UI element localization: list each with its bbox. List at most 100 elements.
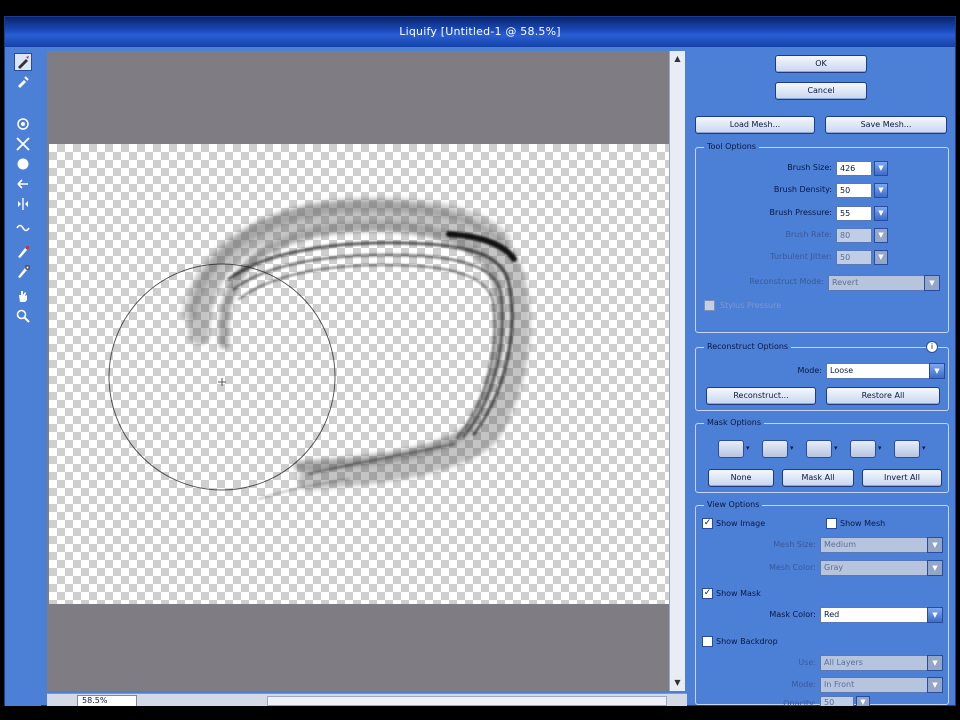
reconstruct-mode-label-2: Mode:	[797, 366, 823, 375]
turbulent-jitter-field: 50	[836, 250, 872, 265]
backdrop-use-select: All Layers ▼	[820, 655, 943, 671]
status-bar: 58.5%	[47, 693, 687, 707]
scroll-down-arrow-icon[interactable]: ▼	[672, 677, 683, 688]
preview-pane[interactable]	[47, 51, 669, 691]
stylus-pressure-checkbox	[704, 300, 715, 311]
tool-options-group: Tool Options Brush Size: 426 ▼ Brush Den…	[695, 142, 949, 333]
invert-all-button[interactable]: Invert All	[862, 469, 942, 487]
replace-selection-arrow-icon[interactable]: ▾	[746, 444, 750, 452]
show-backdrop-label: Show Backdrop	[716, 637, 778, 646]
freeze-mask-icon[interactable]	[14, 243, 32, 261]
brush-pressure-field[interactable]: 55	[836, 206, 872, 221]
backdrop-use-value: All Layers	[824, 658, 863, 667]
hand-icon[interactable]	[14, 287, 32, 305]
show-mask-checkbox[interactable]: ✓	[702, 588, 713, 599]
replace-selection-icon[interactable]	[718, 440, 744, 458]
bottom-letterbox	[0, 706, 960, 720]
reconstruct-mode-dropdown[interactable]: Loose ▼	[826, 363, 945, 379]
subtract-from-selection-icon[interactable]	[806, 440, 832, 458]
reconstruct-icon[interactable]	[14, 73, 32, 91]
mask-none-button[interactable]: None	[708, 469, 774, 487]
mask-options-group: Mask Options ▾ ▾ ▾ ▾ ▾ None Mask All Inv…	[695, 418, 949, 493]
brush-rate-dropdown-icon: ▼	[874, 228, 888, 243]
restore-all-button[interactable]: Restore All	[826, 387, 940, 405]
mirror-icon[interactable]	[14, 195, 32, 213]
brush-size-dropdown-icon[interactable]: ▼	[874, 161, 888, 176]
chevron-down-icon[interactable]: ▼	[927, 607, 943, 623]
reconstruct-mode-dropdown-value: Loose	[830, 366, 854, 375]
turbulent-jitter-label: Turbulent Jitter:	[770, 252, 832, 261]
horizontal-scrollbar[interactable]	[267, 696, 667, 706]
show-backdrop-checkbox[interactable]	[702, 636, 713, 647]
scroll-up-arrow-icon[interactable]: ▲	[672, 53, 683, 64]
brush-cursor-circle	[108, 263, 336, 491]
vertical-scrollbar[interactable]: ▲ ▼	[669, 51, 685, 691]
show-image-checkbox[interactable]: ✓	[702, 518, 713, 529]
chevron-down-icon: ▼	[927, 677, 943, 693]
add-to-selection-icon[interactable]	[762, 440, 788, 458]
mask-options-title: Mask Options	[704, 418, 765, 427]
backdrop-mode-label: Mode:	[791, 680, 817, 689]
pucker-icon[interactable]	[14, 135, 32, 153]
mask-color-select[interactable]: Red ▼	[820, 607, 943, 623]
reconstruct-options-title: Reconstruct Options	[704, 342, 792, 351]
bloat-icon[interactable]	[14, 155, 32, 173]
window-title: Liquify [Untitled-1 @ 58.5%]	[399, 25, 561, 38]
show-image-label: Show Image	[716, 519, 766, 528]
stylus-pressure-label: Stylus Pressure	[720, 301, 782, 310]
mask-color-value: Red	[824, 610, 840, 619]
add-to-selection-arrow-icon[interactable]: ▾	[790, 444, 794, 452]
save-mesh-button[interactable]: Save Mesh...	[825, 116, 947, 134]
chevron-down-icon: ▼	[927, 655, 943, 671]
mesh-color-value: Gray	[824, 563, 844, 572]
brush-density-label: Brush Density:	[773, 185, 832, 194]
intersect-selection-arrow-icon[interactable]: ▾	[878, 444, 882, 452]
brush-density-field[interactable]: 50	[836, 183, 872, 198]
reconstruct-options-group: Reconstruct Options i Mode: Loose ▼ Reco…	[695, 341, 949, 411]
invert-selection-arrow-icon[interactable]: ▾	[922, 444, 926, 452]
warped-brush-strokes	[108, 197, 531, 500]
invert-selection-icon[interactable]	[894, 440, 920, 458]
turbulent-jitter-dropdown-icon: ▼	[874, 250, 888, 265]
turbulence-icon[interactable]	[14, 219, 32, 237]
liquify-window: Liquify [Untitled-1 @ 58.5%] ▲ ▼ 58.5% O…	[4, 16, 956, 709]
brush-pressure-dropdown-icon[interactable]: ▼	[874, 206, 888, 221]
ok-button[interactable]: OK	[775, 55, 867, 73]
brush-size-label: Brush Size:	[787, 163, 832, 172]
forward-warp-icon[interactable]	[14, 53, 32, 71]
intersect-selection-icon[interactable]	[850, 440, 876, 458]
toolbox	[5, 47, 41, 707]
reconstruct-mode-select: Revert ▼	[828, 275, 940, 291]
mesh-size-label: Mesh Size:	[773, 540, 816, 549]
brush-density-dropdown-icon[interactable]: ▼	[874, 183, 888, 198]
tool-options-title: Tool Options	[704, 142, 759, 151]
show-mask-label: Show Mask	[716, 589, 761, 598]
backdrop-mode-value: In Front	[824, 680, 855, 689]
chevron-down-icon: ▼	[927, 560, 943, 576]
push-left-icon[interactable]	[14, 175, 32, 193]
chevron-down-icon[interactable]: ▼	[929, 363, 945, 379]
brush-pressure-label: Brush Pressure:	[769, 208, 832, 217]
brush-size-field[interactable]: 426	[836, 161, 872, 176]
show-mesh-checkbox[interactable]	[826, 518, 837, 529]
brush-rate-label: Brush Rate:	[785, 230, 832, 239]
cancel-button[interactable]: Cancel	[775, 82, 867, 100]
thaw-mask-icon[interactable]	[14, 263, 32, 281]
mesh-size-select: Medium ▼	[820, 537, 943, 553]
show-mesh-label: Show Mesh	[840, 519, 886, 528]
zoom-icon[interactable]	[14, 307, 32, 325]
subtract-from-selection-arrow-icon[interactable]: ▾	[834, 444, 838, 452]
top-letterbox	[0, 0, 960, 16]
twirl-icon[interactable]	[14, 115, 32, 133]
mask-all-button[interactable]: Mask All	[782, 469, 854, 487]
mesh-color-label: Mesh Color:	[768, 563, 816, 572]
mesh-color-select: Gray ▼	[820, 560, 943, 576]
reconstruct-button[interactable]: Reconstruct...	[706, 387, 816, 405]
reconstruct-mode-value: Revert	[832, 278, 859, 287]
reconstruct-mode-label: Reconstruct Mode:	[749, 277, 824, 286]
transparent-canvas[interactable]	[49, 144, 669, 604]
load-mesh-button[interactable]: Load Mesh...	[695, 116, 815, 134]
info-icon[interactable]: i	[926, 341, 938, 353]
title-bar[interactable]: Liquify [Untitled-1 @ 58.5%]	[5, 17, 955, 47]
view-options-group: View Options ✓ Show Image Show Mesh Mesh…	[695, 500, 949, 709]
